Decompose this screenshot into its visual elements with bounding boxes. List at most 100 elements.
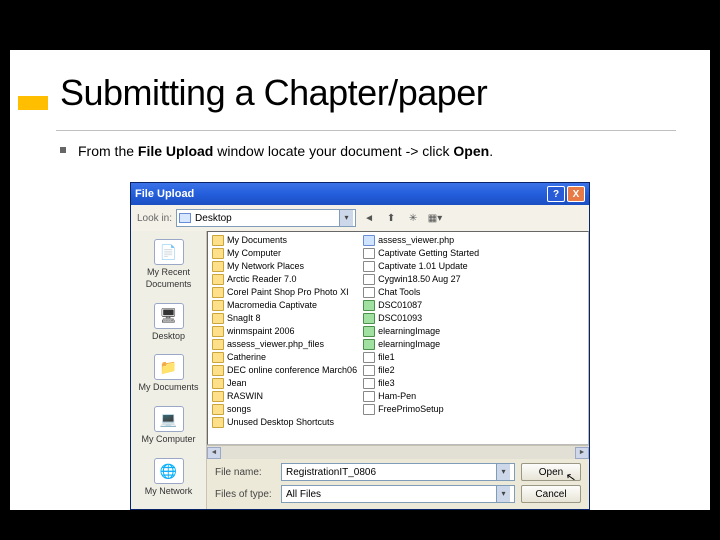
file-upload-dialog: File Upload ? X Look in: Desktop ▾ ◄ ⬆ ✳ xyxy=(130,182,590,510)
list-item[interactable]: Catherine xyxy=(212,351,357,364)
look-in-value: Desktop xyxy=(195,212,232,225)
file-icon xyxy=(363,300,375,311)
slide-body: From the File Upload window locate your … xyxy=(10,114,710,510)
list-item[interactable]: file1 xyxy=(363,351,479,364)
list-item[interactable]: elearningImage xyxy=(363,338,479,351)
look-in-dropdown[interactable]: Desktop ▾ xyxy=(176,209,356,227)
file-name: winmspaint 2006 xyxy=(227,326,295,338)
list-item[interactable]: file2 xyxy=(363,364,479,377)
file-icon xyxy=(363,391,375,402)
folder-icon xyxy=(212,261,224,272)
place-desktop[interactable]: 🖥Desktop xyxy=(131,299,206,351)
desktop-icon xyxy=(179,213,191,223)
list-item[interactable]: DSC01087 xyxy=(363,299,479,312)
list-item[interactable]: winmspaint 2006 xyxy=(212,325,357,338)
title-row: Submitting a Chapter/paper xyxy=(10,50,710,114)
place-documents[interactable]: 📁My Documents xyxy=(131,350,206,402)
folder-icon xyxy=(212,339,224,350)
chevron-down-icon[interactable]: ▾ xyxy=(496,464,510,480)
dialog-container: File Upload ? X Look in: Desktop ▾ ◄ ⬆ ✳ xyxy=(60,182,660,510)
text-bold: File Upload xyxy=(138,143,213,159)
list-item[interactable]: FreePrimoSetup xyxy=(363,403,479,416)
folder-icon xyxy=(212,248,224,259)
place-network[interactable]: 🌐My Network xyxy=(131,454,206,506)
list-item[interactable]: DSC01093 xyxy=(363,312,479,325)
folder-icon xyxy=(212,352,224,363)
file-icon xyxy=(363,248,375,259)
file-name-value: RegistrationIT_0806 xyxy=(286,466,376,479)
list-item[interactable]: Chat Tools xyxy=(363,286,479,299)
list-item[interactable]: Macromedia Captivate xyxy=(212,299,357,312)
file-name: Cygwin18.50 Aug 27 xyxy=(378,274,461,286)
list-item[interactable]: DEC online conference March06 xyxy=(212,364,357,377)
file-type-value: All Files xyxy=(286,488,321,501)
place-label: My Computer xyxy=(141,434,195,446)
list-item[interactable]: elearningImage xyxy=(363,325,479,338)
text: From the xyxy=(78,143,138,159)
scroll-left-button[interactable]: ◄ xyxy=(207,447,221,459)
place-recent[interactable]: 📄My Recent Documents xyxy=(131,235,206,298)
list-item[interactable]: Corel Paint Shop Pro Photo XI xyxy=(212,286,357,299)
file-type-field[interactable]: All Files ▾ xyxy=(281,485,515,503)
page-title: Submitting a Chapter/paper xyxy=(60,72,487,114)
folder-icon xyxy=(212,287,224,298)
list-item[interactable]: Arctic Reader 7.0 xyxy=(212,273,357,286)
file-name-field[interactable]: RegistrationIT_0806 ▾ xyxy=(281,463,515,481)
list-item[interactable]: SnagIt 8 xyxy=(212,312,357,325)
text-bold: Open xyxy=(453,143,489,159)
file-name: Jean xyxy=(227,378,247,390)
scroll-track[interactable] xyxy=(221,447,575,459)
folder-icon xyxy=(212,235,224,246)
file-name: Corel Paint Shop Pro Photo XI xyxy=(227,287,349,299)
file-name: Captivate 1.01 Update xyxy=(378,261,468,273)
horizontal-scrollbar[interactable]: ◄ ► xyxy=(207,445,589,459)
up-button[interactable]: ⬆ xyxy=(382,209,400,227)
chevron-down-icon[interactable]: ▾ xyxy=(496,486,510,502)
folder-icon xyxy=(212,404,224,415)
scroll-right-button[interactable]: ► xyxy=(575,447,589,459)
file-name: Unused Desktop Shortcuts xyxy=(227,417,334,429)
desktop-icon: 🖥 xyxy=(154,303,184,329)
list-item[interactable]: My Computer xyxy=(212,247,357,260)
folder-icon xyxy=(212,274,224,285)
file-name: SnagIt 8 xyxy=(227,313,261,325)
file-name: Arctic Reader 7.0 xyxy=(227,274,297,286)
list-item[interactable]: Ham-Pen xyxy=(363,390,479,403)
file-icon xyxy=(363,261,375,272)
place-computer[interactable]: 💻My Computer xyxy=(131,402,206,454)
list-item[interactable]: file3 xyxy=(363,377,479,390)
recent-icon: 📄 xyxy=(154,239,184,265)
file-area-wrap: My DocumentsMy ComputerMy Network Places… xyxy=(207,231,589,509)
file-name: elearningImage xyxy=(378,326,440,338)
list-item[interactable]: My Documents xyxy=(212,234,357,247)
help-button[interactable]: ? xyxy=(547,186,565,202)
open-button[interactable]: Open ↖ xyxy=(521,463,581,481)
new-folder-button[interactable]: ✳ xyxy=(404,209,422,227)
list-item[interactable]: assess_viewer.php xyxy=(363,234,479,247)
file-name: Captivate Getting Started xyxy=(378,248,479,260)
cancel-button[interactable]: Cancel xyxy=(521,485,581,503)
file-list[interactable]: My DocumentsMy ComputerMy Network Places… xyxy=(207,231,589,445)
list-item[interactable]: Jean xyxy=(212,377,357,390)
list-item[interactable]: My Network Places xyxy=(212,260,357,273)
list-item[interactable]: RASWIN xyxy=(212,390,357,403)
dialog-main: 📄My Recent Documents 🖥Desktop 📁My Docume… xyxy=(131,231,589,509)
back-button[interactable]: ◄ xyxy=(360,209,378,227)
list-item[interactable]: songs xyxy=(212,403,357,416)
dialog-titlebar[interactable]: File Upload ? X xyxy=(131,183,589,205)
list-item[interactable]: Unused Desktop Shortcuts xyxy=(212,416,357,429)
views-button[interactable]: ▦▾ xyxy=(426,209,444,227)
place-label: My Network xyxy=(145,486,193,498)
title-divider xyxy=(56,130,676,131)
folder-icon xyxy=(212,313,224,324)
list-item[interactable]: Captivate 1.01 Update xyxy=(363,260,479,273)
file-icon xyxy=(363,326,375,337)
file-name: Chat Tools xyxy=(378,287,420,299)
list-item[interactable]: Captivate Getting Started xyxy=(363,247,479,260)
file-name: Ham-Pen xyxy=(378,391,416,403)
file-column: assess_viewer.phpCaptivate Getting Start… xyxy=(363,234,479,442)
close-button[interactable]: X xyxy=(567,186,585,202)
list-item[interactable]: Cygwin18.50 Aug 27 xyxy=(363,273,479,286)
list-item[interactable]: assess_viewer.php_files xyxy=(212,338,357,351)
chevron-down-icon[interactable]: ▾ xyxy=(339,210,353,226)
